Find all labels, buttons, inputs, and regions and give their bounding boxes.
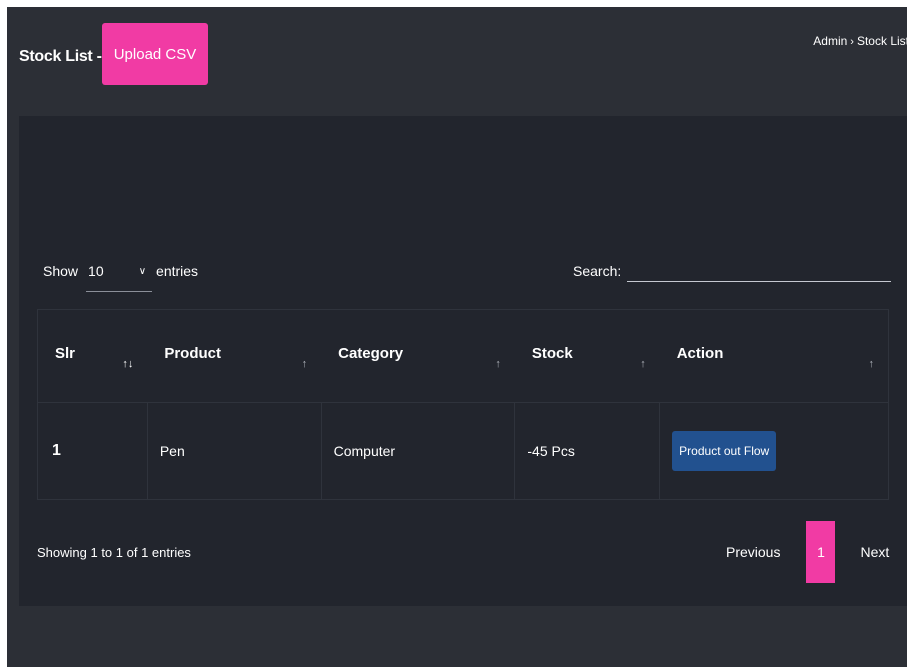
cell-action: Product out Flow — [659, 402, 889, 500]
show-label: Show — [43, 263, 79, 279]
chevron-right-icon: › — [850, 36, 854, 48]
table-header-row: Slr ↑↓ Product ↑ Category ↑ Stock ↑ Action ↑ — [37, 309, 889, 403]
cell-product: Pen — [146, 402, 322, 500]
page-length-value: 10 — [88, 263, 104, 279]
sort-ascending-icon: ↑ — [868, 358, 875, 370]
page-length-select[interactable]: 10 ∨ — [86, 262, 153, 292]
column-header-label: Action — [676, 344, 724, 362]
sort-ascending-icon: ↑ — [640, 358, 646, 370]
breadcrumb-admin[interactable]: Admin — [813, 34, 847, 48]
stock-table: Slr ↑↓ Product ↑ Category ↑ Stock ↑ Action ↑ … — [37, 309, 889, 500]
cell-stock: -45 Pcs — [514, 402, 660, 500]
previous-page-button[interactable]: Previous — [726, 544, 780, 560]
stock-table-card: Show 10 ∨ entries Search: Slr ↑↓ Product… — [19, 116, 907, 606]
column-header-label: Stock — [531, 344, 573, 362]
table-info: Showing 1 to 1 of 1 entries — [37, 545, 191, 560]
search-input[interactable] — [627, 264, 892, 282]
column-header-stock[interactable]: Stock ↑ — [514, 309, 660, 403]
page-length-control: Show 10 ∨ entries — [43, 262, 198, 292]
next-page-button[interactable]: Next — [860, 544, 889, 560]
page-header: Stock List - Upload CSV Admin › Stock List — [7, 7, 907, 116]
column-header-slr[interactable]: Slr ↑↓ — [37, 309, 148, 403]
cell-slr: 1 — [52, 442, 61, 459]
sort-both-icon: ↑↓ — [122, 358, 134, 370]
column-header-label: Slr — [55, 344, 76, 362]
column-header-product[interactable]: Product ↑ — [147, 309, 322, 403]
column-header-category[interactable]: Category ↑ — [321, 309, 515, 403]
column-header-label: Category — [338, 344, 404, 362]
column-header-label: Product — [164, 344, 222, 362]
page-1-button[interactable]: 1 — [806, 521, 836, 583]
page-title: Stock List - — [19, 48, 102, 65]
upload-csv-button[interactable]: Upload CSV — [102, 23, 208, 85]
search-label: Search: — [573, 263, 622, 279]
breadcrumb: Admin › Stock List — [813, 34, 907, 48]
entries-label: entries — [156, 263, 199, 279]
table-row: 1 Pen Computer -45 Pcs Product out Flow — [38, 402, 889, 500]
product-out-flow-button[interactable]: Product out Flow — [672, 431, 777, 471]
search-control: Search: — [573, 263, 892, 282]
app-window: Stock List - Upload CSV Admin › Stock List… — [7, 7, 907, 667]
column-header-action[interactable]: Action ↑ — [659, 309, 889, 403]
pagination: Previous 1 Next — [726, 521, 889, 583]
breadcrumb-stock-list: Stock List — [856, 34, 907, 48]
chevron-down-icon: ∨ — [138, 266, 147, 277]
sort-ascending-icon: ↑ — [495, 358, 501, 370]
sort-ascending-icon: ↑ — [301, 358, 308, 370]
cell-category: Computer — [320, 402, 515, 500]
